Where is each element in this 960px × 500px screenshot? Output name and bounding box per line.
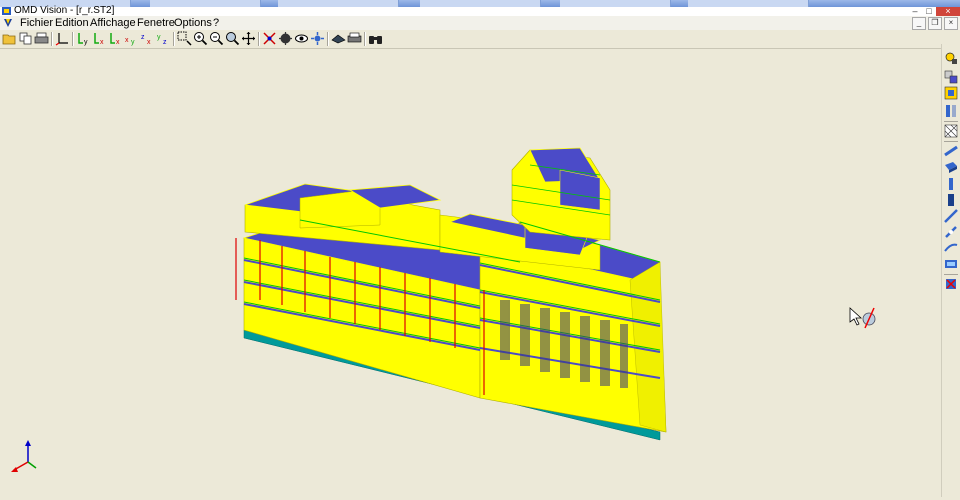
materials-icon[interactable] xyxy=(944,70,958,84)
display-icon[interactable] xyxy=(331,31,346,46)
main-toolbar: y x x xy zx yz xyxy=(0,30,960,49)
view-zx-icon[interactable]: zx xyxy=(140,31,155,46)
menu-edition[interactable]: Edition xyxy=(55,16,89,30)
zoom-window-icon[interactable] xyxy=(177,31,192,46)
axis-triad xyxy=(11,440,37,472)
view-lx-icon[interactable]: x xyxy=(92,31,107,46)
view-lxy-icon[interactable]: x xyxy=(108,31,123,46)
svg-text:z: z xyxy=(141,34,145,41)
toolbar-separator xyxy=(258,32,260,46)
toolbar-separator xyxy=(51,32,53,46)
copy-icon[interactable] xyxy=(18,31,33,46)
eye-icon[interactable] xyxy=(294,31,309,46)
menu-fichier[interactable]: Fichier xyxy=(20,16,53,30)
shell-icon[interactable] xyxy=(944,209,958,223)
column-tall-icon[interactable] xyxy=(944,193,958,207)
link-icon[interactable] xyxy=(944,225,958,239)
3d-viewport[interactable] xyxy=(0,49,941,497)
print-icon[interactable] xyxy=(34,31,49,46)
maximize-icon[interactable]: □ xyxy=(922,7,936,16)
slab-icon[interactable] xyxy=(944,160,958,174)
mesh-icon[interactable] xyxy=(944,124,958,138)
doc-restore-icon[interactable]: ❐ xyxy=(928,17,942,30)
axis-icon[interactable] xyxy=(55,31,70,46)
pan-icon[interactable] xyxy=(241,31,256,46)
floor-icon[interactable] xyxy=(944,86,958,100)
binoculars-icon[interactable] xyxy=(368,31,383,46)
print-preview-icon[interactable] xyxy=(347,31,362,46)
svg-text:x: x xyxy=(116,39,120,46)
svg-text:y: y xyxy=(84,39,88,46)
walls-icon[interactable] xyxy=(944,104,958,118)
view-yz-icon[interactable]: yz xyxy=(156,31,171,46)
stair-icon[interactable] xyxy=(944,257,958,271)
select-icon[interactable] xyxy=(278,31,293,46)
delete-icon[interactable] xyxy=(944,277,958,291)
window-controls: – □ × xyxy=(908,7,960,16)
menu-options[interactable]: Options xyxy=(174,16,212,30)
svg-text:y: y xyxy=(131,39,135,46)
move-icon[interactable] xyxy=(310,31,325,46)
menu-bar: Fichier Edition Affichage Fenetre Option… xyxy=(0,16,960,31)
minimize-icon[interactable]: – xyxy=(908,7,922,16)
menu-fenetre[interactable]: Fenetre xyxy=(137,16,175,30)
doc-close-icon[interactable]: × xyxy=(944,17,958,30)
rotate-icon[interactable] xyxy=(262,31,277,46)
zoom-extents-icon[interactable] xyxy=(225,31,240,46)
layers-icon[interactable] xyxy=(944,51,958,65)
brace-icon[interactable] xyxy=(944,241,958,255)
svg-text:x: x xyxy=(100,39,104,46)
building-model[interactable] xyxy=(0,49,941,497)
doc-minimize-icon[interactable]: _ xyxy=(912,17,926,30)
svg-text:x: x xyxy=(125,37,129,44)
toolbar-separator xyxy=(72,32,74,46)
open-icon[interactable] xyxy=(2,31,17,46)
document-window-controls: _ ❐ × xyxy=(912,17,958,30)
toolbar-separator xyxy=(364,32,366,46)
view-xy-icon[interactable]: xy xyxy=(124,31,139,46)
svg-text:x: x xyxy=(147,39,151,46)
toolbar-separator xyxy=(327,32,329,46)
zoom-out-icon[interactable] xyxy=(209,31,224,46)
rotate-cursor-icon xyxy=(849,307,876,329)
svg-text:z: z xyxy=(163,39,167,46)
toolbar-separator xyxy=(173,32,175,46)
beam-icon[interactable] xyxy=(944,144,958,158)
side-toolbar xyxy=(941,44,960,497)
view-ly-icon[interactable]: y xyxy=(76,31,91,46)
svg-text:y: y xyxy=(157,34,161,41)
app-icon xyxy=(2,7,11,15)
close-icon[interactable]: × xyxy=(936,7,960,16)
browser-tab-strip xyxy=(0,0,960,7)
menu-affichage[interactable]: Affichage xyxy=(90,16,136,30)
zoom-in-icon[interactable] xyxy=(193,31,208,46)
document-icon[interactable] xyxy=(3,18,13,28)
column-icon[interactable] xyxy=(944,177,958,191)
menu-help[interactable]: ? xyxy=(213,16,219,30)
